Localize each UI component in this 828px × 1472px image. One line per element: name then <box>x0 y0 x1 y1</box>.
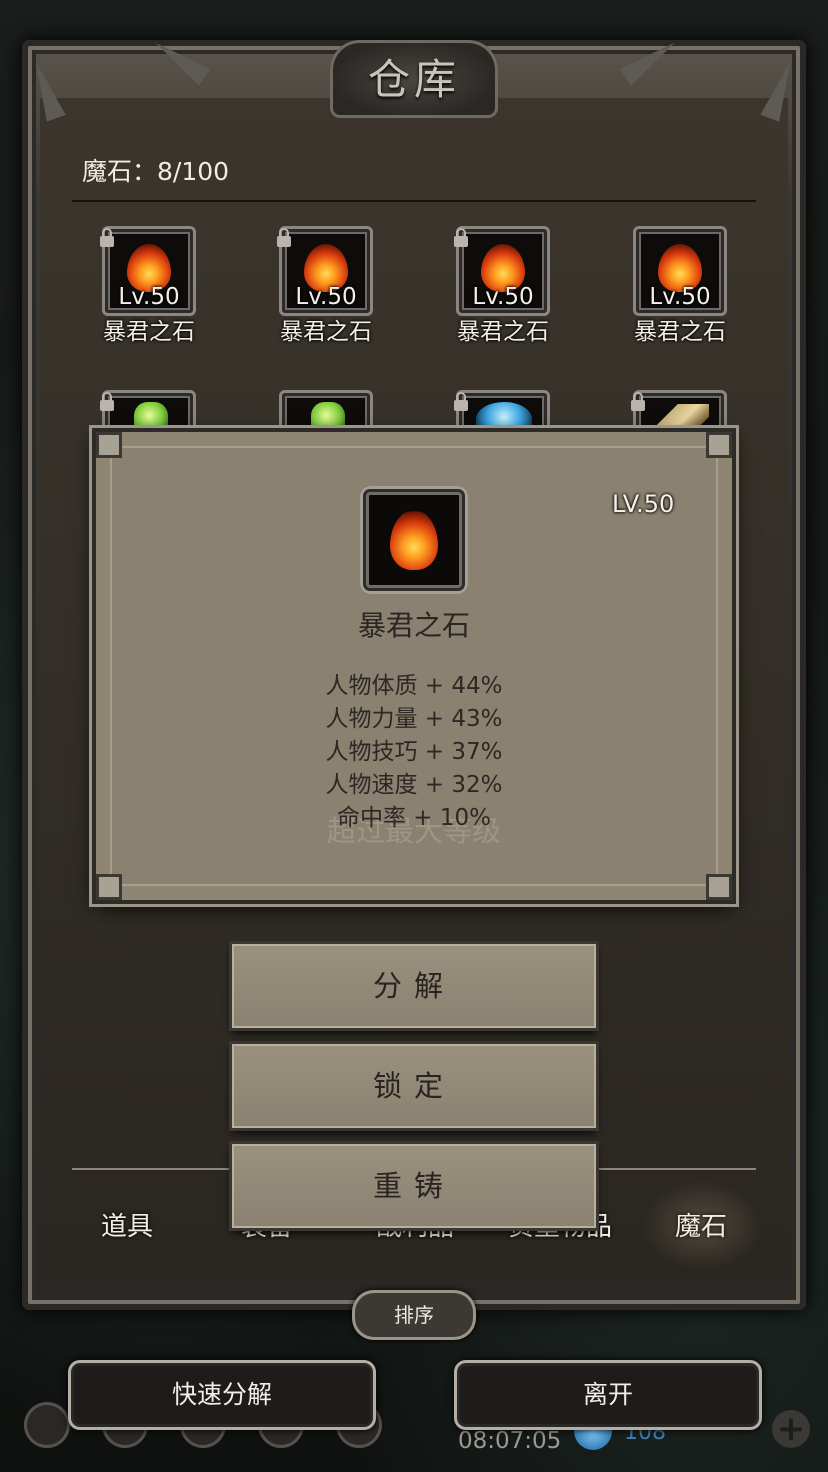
lock-icon <box>100 392 114 411</box>
inventory-item[interactable]: Lv.50 暴君之石 <box>454 226 550 345</box>
gear-icon[interactable] <box>24 1402 70 1448</box>
blue-orb-icon <box>476 402 532 436</box>
popup-corner <box>96 874 122 900</box>
quick-decompose-button[interactable]: 快速分解 <box>68 1360 376 1430</box>
window-title: 仓库 <box>367 55 460 104</box>
stat-line: 人物技巧 + 37% <box>325 739 503 765</box>
tab-magic-stones[interactable]: 魔石 <box>656 1206 746 1243</box>
popup-corner <box>706 432 732 458</box>
item-slot: Lv.50 <box>633 226 727 316</box>
item-name: 暴君之石 <box>103 319 195 345</box>
game-clock: 08:07:05 <box>458 1428 562 1454</box>
popup-corner <box>706 874 732 900</box>
stone-count: 魔石：8/100 <box>82 157 230 186</box>
horn-relic-icon <box>651 404 709 434</box>
item-slot: Lv.50 <box>277 226 373 316</box>
add-icon[interactable]: + <box>772 1410 810 1448</box>
tab-items[interactable]: 道具 <box>82 1206 172 1243</box>
item-slot: Lv.50 <box>100 226 196 316</box>
lock-icon <box>631 392 645 411</box>
lock-icon <box>454 228 468 247</box>
inventory-item[interactable]: Lv.50 暴君之石 <box>277 226 373 345</box>
detail-item-slot <box>360 486 468 594</box>
divider <box>72 200 756 202</box>
popup-corner <box>96 432 122 458</box>
green-crystal-icon <box>134 402 168 436</box>
sort-button[interactable]: 排序 <box>352 1290 476 1340</box>
inventory-item[interactable]: Lv.50 暴君之石 <box>633 226 727 345</box>
decompose-button[interactable]: 分解 <box>232 944 596 1028</box>
item-level: Lv.50 <box>295 284 357 310</box>
item-name: 暴君之石 <box>280 319 372 345</box>
reforge-button[interactable]: 重铸 <box>232 1144 596 1228</box>
item-name: 暴君之石 <box>634 319 726 345</box>
item-slot: Lv.50 <box>454 226 550 316</box>
stat-line: 人物速度 + 32% <box>325 772 503 798</box>
lock-button[interactable]: 锁定 <box>232 1044 596 1128</box>
detail-item-name: 暴君之石 <box>357 609 470 642</box>
lock-icon <box>454 392 468 411</box>
lock-icon <box>277 228 291 247</box>
fire-stone-icon <box>390 510 438 570</box>
stat-line: 命中率 + 10% <box>336 805 491 831</box>
inventory-item[interactable]: Lv.50 暴君之石 <box>100 226 196 345</box>
item-name: 暴君之石 <box>457 319 549 345</box>
stat-line: 人物体质 + 44% <box>325 673 503 699</box>
lock-icon <box>100 228 114 247</box>
green-crystal-icon <box>311 402 345 436</box>
detail-level: LV.50 <box>612 490 675 518</box>
item-level: Lv.50 <box>649 284 711 310</box>
stat-line: 人物力量 + 43% <box>325 706 503 732</box>
leave-button[interactable]: 离开 <box>454 1360 762 1430</box>
item-level: Lv.50 <box>118 284 180 310</box>
item-level: Lv.50 <box>472 284 534 310</box>
